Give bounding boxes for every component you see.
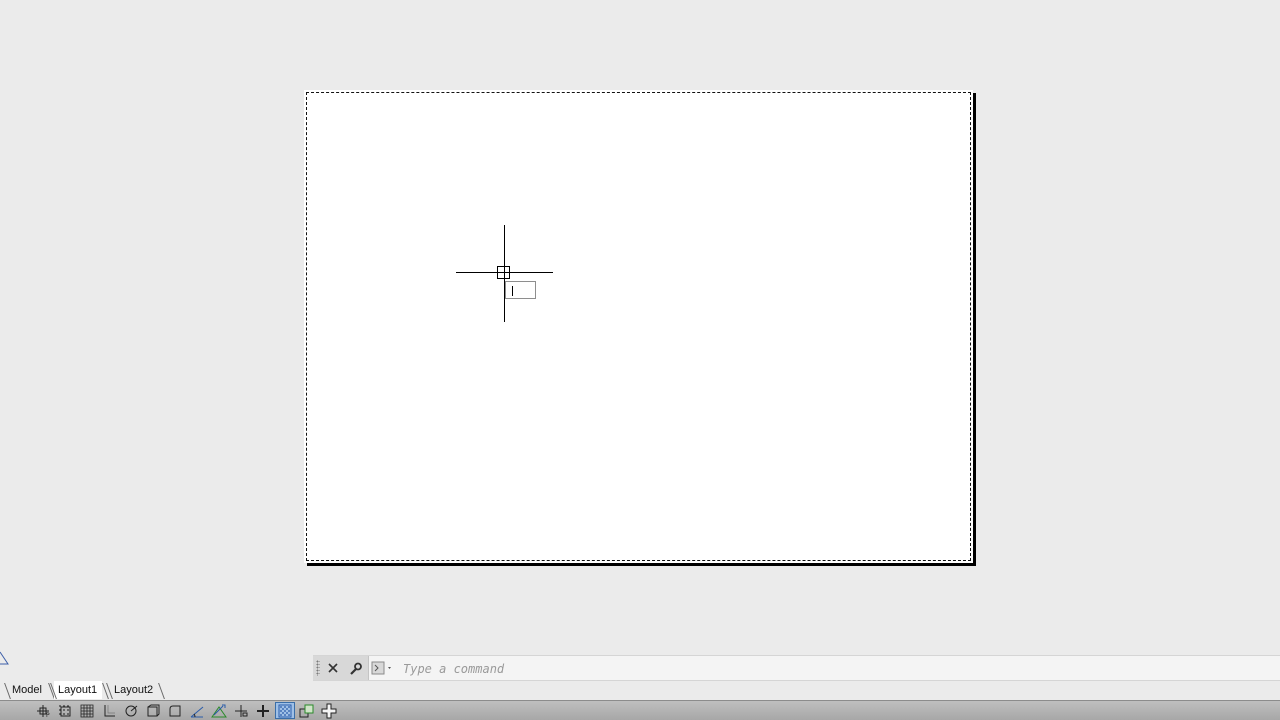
annotation-monitor-icon[interactable] xyxy=(319,702,339,719)
svg-text:P: P xyxy=(46,712,50,718)
dynamic-ucs-icon[interactable] xyxy=(209,702,229,719)
ucs-icon xyxy=(0,651,9,665)
drag-grip-handle[interactable] xyxy=(316,660,320,676)
polar-tracking-icon[interactable] xyxy=(121,702,141,719)
snap-mode-icon[interactable] xyxy=(55,702,75,719)
command-line xyxy=(313,655,1280,681)
dynamic-input-icon[interactable] xyxy=(231,702,251,719)
grid-display-icon[interactable] xyxy=(77,702,97,719)
tab-label: Model xyxy=(12,684,42,696)
layout-tabs: Model Layout1 Layout2 xyxy=(0,681,1280,700)
command-prompt-icon[interactable] xyxy=(371,660,397,676)
object-snap-3d-icon[interactable] xyxy=(143,702,163,719)
object-snap-tracking-icon[interactable] xyxy=(187,702,207,719)
tab-label: Layout2 xyxy=(114,684,154,696)
printable-area-border xyxy=(306,92,971,561)
model-space-icon[interactable]: P xyxy=(33,702,53,719)
dynamic-input-tooltip[interactable] xyxy=(505,281,536,299)
selection-cycling-icon[interactable] xyxy=(297,702,317,719)
tab-model[interactable]: Model xyxy=(8,681,48,699)
tab-label: Layout1 xyxy=(58,684,98,696)
tab-layout1[interactable]: Layout1 xyxy=(54,681,102,699)
command-line-toolbar xyxy=(313,656,369,680)
status-bar: P xyxy=(0,700,1280,720)
close-icon[interactable] xyxy=(324,659,342,677)
command-input[interactable] xyxy=(401,659,1265,679)
object-snap-icon[interactable] xyxy=(165,702,185,719)
transparency-icon[interactable] xyxy=(275,702,295,719)
lineweight-icon[interactable] xyxy=(253,702,273,719)
layout-paper-sheet[interactable] xyxy=(304,90,973,563)
ortho-mode-icon[interactable] xyxy=(99,702,119,719)
tab-layout2[interactable]: Layout2 xyxy=(110,681,158,699)
text-caret xyxy=(512,286,513,296)
pickbox-cursor xyxy=(497,266,510,279)
wrench-icon[interactable] xyxy=(346,659,364,677)
